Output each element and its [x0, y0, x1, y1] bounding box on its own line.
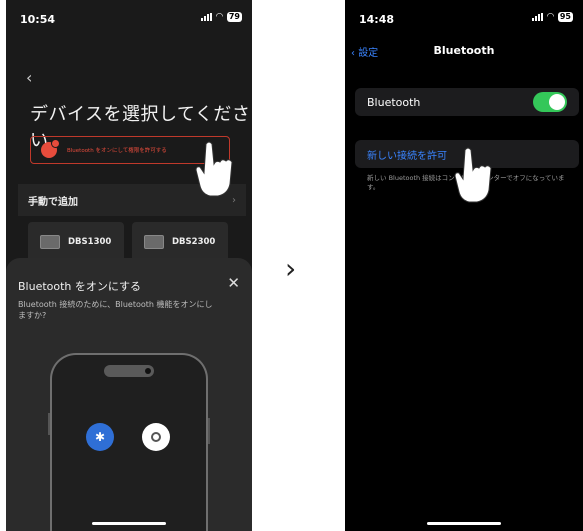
banner-text: Bluetooth をオンにして権限を許可する — [67, 148, 167, 154]
bluetooth-label: Bluetooth — [367, 95, 421, 109]
dynamic-island — [104, 365, 154, 377]
warning-icon — [41, 139, 60, 158]
back-chevron-icon[interactable]: ‹ — [26, 68, 32, 87]
bluetooth-icon[interactable]: ✱ — [86, 423, 114, 451]
home-indicator — [427, 522, 501, 525]
sheet-description: Bluetooth 接続のために、Bluetooth 機能をオンにしますか? — [18, 300, 213, 320]
status-icons: ◠ 79 — [200, 12, 242, 22]
status-icons: ◠ 95 — [531, 12, 573, 22]
device-name: DBS1300 — [68, 237, 112, 247]
device-image — [40, 235, 60, 249]
nav-bar: ‹ 設定 Bluetooth — [345, 44, 583, 62]
page-title: Bluetooth — [433, 44, 495, 57]
close-icon[interactable]: ✕ — [227, 274, 240, 292]
device-name: DBS2300 — [172, 237, 216, 247]
manual-add-label: 手動で追加 — [28, 196, 78, 208]
allow-new-connections-label: 新しい接続を許可 — [367, 150, 447, 162]
location-icon[interactable] — [142, 423, 170, 451]
status-bar: 14:48 ◠ 95 — [345, 0, 583, 30]
device-image — [144, 235, 164, 249]
hand-pointer-icon — [454, 147, 492, 203]
status-time: 10:54 — [20, 13, 56, 26]
battery-icon: 79 — [226, 12, 242, 22]
phone-illustration: ✱ — [50, 353, 208, 531]
left-phone-screen: 10:54 ◠ 79 ‹ デバイスを選択してください Bluetooth をオン… — [6, 0, 252, 531]
home-indicator — [92, 522, 166, 525]
battery-icon: 95 — [557, 12, 573, 22]
device-card-dbs2300[interactable]: DBS2300 — [132, 222, 228, 262]
device-card-dbs1300[interactable]: DBS1300 — [28, 222, 124, 262]
bluetooth-row: Bluetooth — [355, 88, 579, 116]
wifi-icon: ◠ — [215, 12, 223, 22]
status-time: 14:48 — [359, 13, 395, 26]
hand-pointer-icon — [195, 141, 233, 197]
arrow-right-icon: › — [285, 252, 297, 285]
wifi-icon: ◠ — [546, 12, 554, 22]
right-phone-screen: 14:48 ◠ 95 ‹ 設定 Bluetooth Bluetooth 新しい接… — [345, 0, 583, 531]
sheet-title: Bluetooth をオンにする — [18, 280, 142, 293]
signal-icon — [200, 13, 212, 21]
bluetooth-sheet: Bluetooth をオンにする ✕ Bluetooth 接続のために、Blue… — [6, 258, 252, 531]
signal-icon — [531, 13, 543, 21]
bluetooth-toggle[interactable] — [533, 92, 567, 112]
status-bar: 10:54 ◠ 79 — [6, 0, 252, 30]
